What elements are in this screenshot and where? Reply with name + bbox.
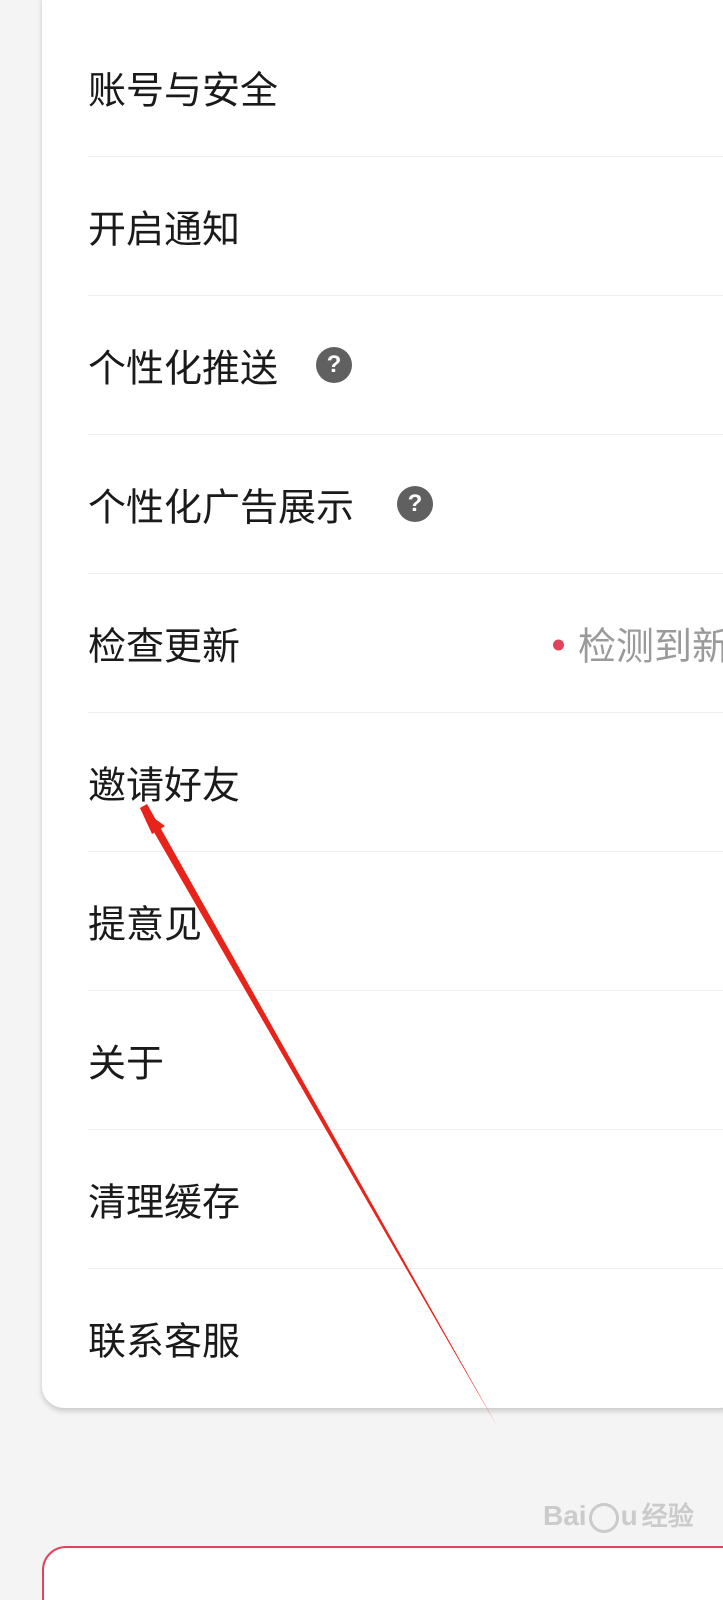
settings-item-feedback[interactable]: 提意见: [88, 851, 723, 991]
settings-item-notifications[interactable]: 开启通知: [88, 156, 723, 296]
question-circle-icon[interactable]: ?: [397, 485, 433, 522]
settings-item-label: 清理缓存: [88, 1180, 241, 1224]
settings-item-contact-support[interactable]: 联系客服: [88, 1268, 723, 1408]
settings-item-label: 开启通知: [88, 207, 241, 251]
settings-item-label: 个性化广告展示: [88, 485, 355, 529]
settings-item-label: 账号与安全: [88, 68, 279, 112]
paw-icon: [588, 1502, 619, 1533]
settings-page: 账号与安全 开启通知 个性化推送 ? 个性化广告展示 ? 检查更新 检测到新 邀…: [0, 0, 723, 1600]
settings-item-account-security[interactable]: 账号与安全: [88, 17, 723, 157]
logout-button[interactable]: [42, 1546, 723, 1600]
baidu-jingyan-watermark: Bai u 经验: [543, 1496, 694, 1533]
watermark-brand-end: u: [620, 1500, 638, 1531]
settings-item-label: 联系客服: [88, 1319, 241, 1364]
settings-item-personalized-push[interactable]: 个性化推送 ?: [88, 295, 723, 435]
settings-item-invite-friends[interactable]: 邀请好友: [88, 712, 723, 852]
settings-item-clear-cache[interactable]: 清理缓存: [88, 1129, 723, 1269]
settings-item-label: 检查更新: [88, 624, 241, 668]
update-status: 检测到新: [553, 615, 723, 670]
watermark-brand: Bai: [543, 1500, 587, 1531]
red-dot-indicator: [553, 639, 564, 650]
settings-item-label: 提意见: [88, 902, 203, 946]
settings-item-label: 邀请好友: [88, 763, 241, 807]
settings-item-personalized-ads[interactable]: 个性化广告展示 ?: [88, 434, 723, 574]
question-circle-icon[interactable]: ?: [316, 346, 352, 383]
settings-item-check-update[interactable]: 检查更新 检测到新: [88, 573, 723, 713]
settings-item-label: 关于: [88, 1041, 165, 1085]
watermark-sub: 经验: [641, 1501, 694, 1531]
settings-item-about[interactable]: 关于: [88, 990, 723, 1130]
update-status-text: 检测到新: [578, 624, 723, 668]
settings-item-label: 个性化推送: [88, 346, 279, 390]
